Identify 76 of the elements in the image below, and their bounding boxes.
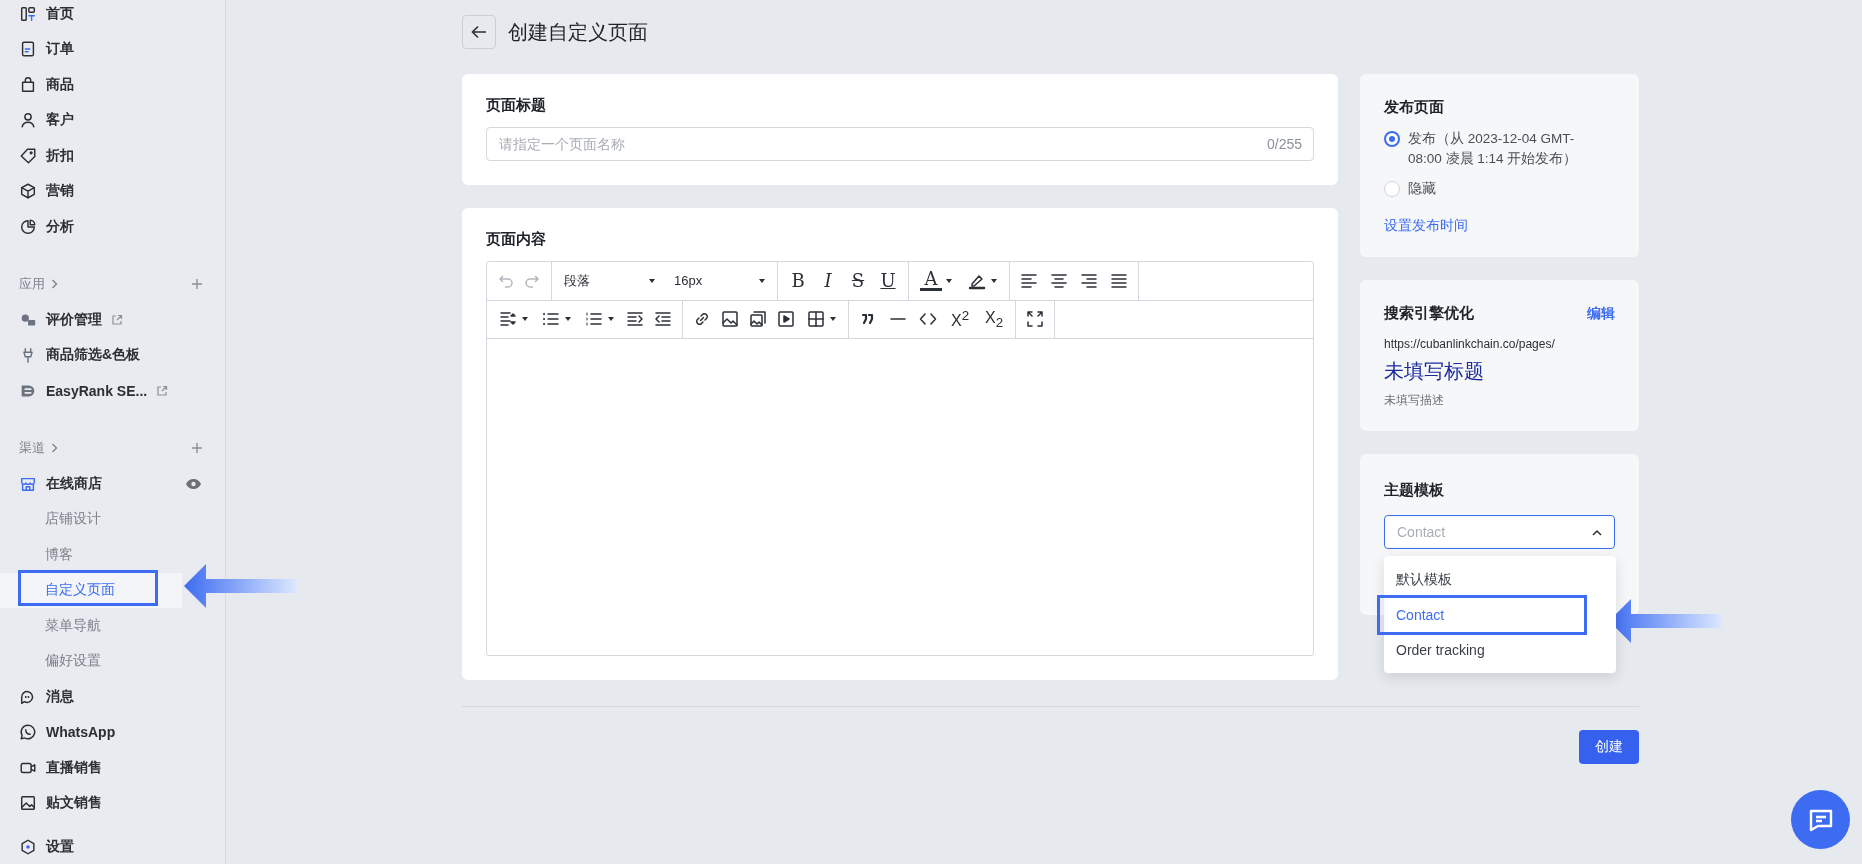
- text-color-button[interactable]: A: [920, 270, 942, 292]
- page-url: https://cubanlinkchain.co/pages/: [1384, 337, 1556, 351]
- sidebar-item[interactable]: 首页: [0, 0, 225, 32]
- grid-icon: [19, 4, 37, 23]
- caret-icon: [521, 316, 529, 323]
- seo-title-preview: 未填写标题: [1384, 359, 1485, 384]
- create-button[interactable]: 创建: [1579, 730, 1639, 764]
- back-arrow-icon: [471, 25, 487, 39]
- caret-icon: [990, 277, 998, 284]
- sidebar-item[interactable]: EasyRank SE...: [0, 373, 225, 409]
- card-title: 搜索引擎优化: [1384, 304, 1474, 323]
- chevron-up-icon: [1592, 528, 1602, 536]
- external-link-icon: [156, 384, 169, 397]
- sidebar-item[interactable]: 评价管理: [0, 302, 225, 338]
- external-link-icon: [111, 313, 123, 326]
- set-publish-time-link[interactable]: 设置发布时间: [1384, 217, 1468, 235]
- pie-chart-icon: [19, 217, 37, 236]
- edit-link[interactable]: 编辑: [1587, 304, 1615, 323]
- chevron-right-icon: [51, 443, 58, 454]
- radio-label: 隐藏: [1408, 180, 1436, 198]
- caret-icon: [607, 316, 615, 323]
- dropdown-option[interactable]: Order tracking: [1384, 632, 1616, 667]
- card-title: 页面内容: [486, 230, 547, 249]
- sidebar-item[interactable]: 直播销售: [0, 750, 225, 786]
- sidebar-item[interactable]: 贴文销售: [0, 785, 225, 821]
- caret-icon: [648, 277, 656, 284]
- image-icon: [19, 794, 37, 813]
- hexagon-icon: [19, 837, 37, 856]
- page-title: 创建自定义页面: [508, 19, 648, 45]
- bold-button[interactable]: B: [787, 270, 809, 292]
- sidebar-item[interactable]: 在线商店: [0, 466, 225, 502]
- sidebar-item[interactable]: 客户: [0, 102, 225, 138]
- caret-icon: [945, 277, 953, 284]
- tag-icon: [19, 146, 37, 165]
- caret-icon: [564, 316, 572, 323]
- cube-icon: [19, 182, 37, 201]
- sidebar-subitem[interactable]: 自定义页面: [0, 572, 182, 608]
- sidebar-item[interactable]: 设置: [0, 829, 225, 864]
- card-title: 发布页面: [1384, 98, 1445, 117]
- sidebar-item[interactable]: 折扣: [0, 138, 225, 174]
- underline-button[interactable]: U: [877, 270, 899, 292]
- sidebar-item[interactable]: 订单: [0, 31, 225, 67]
- document-icon: [19, 40, 37, 59]
- sidebar-item[interactable]: 消息: [0, 679, 225, 715]
- sidebar-item[interactable]: 商品: [0, 67, 225, 103]
- back-button[interactable]: [462, 15, 496, 49]
- image-icon[interactable]: [720, 309, 740, 330]
- video-icon[interactable]: [776, 309, 796, 330]
- fullscreen-icon[interactable]: [1025, 309, 1046, 330]
- sidebar-item[interactable]: WhatsApp: [0, 714, 225, 750]
- phone-chat-icon: [19, 723, 37, 742]
- strikethrough-button[interactable]: S: [847, 270, 869, 292]
- chevron-right-icon: [51, 279, 58, 290]
- sidebar-item[interactable]: 营销: [0, 173, 225, 209]
- italic-button[interactable]: I: [817, 270, 839, 292]
- character-counter: 0/255: [1266, 136, 1302, 152]
- dropdown-option[interactable]: Contact: [1384, 597, 1616, 632]
- card-title: 页面标题: [486, 96, 547, 115]
- caret-icon: [829, 316, 837, 323]
- sidebar-item[interactable]: 商品筛选&色板: [0, 337, 225, 373]
- caret-icon: [758, 277, 766, 284]
- card-title: 主题模板: [1384, 481, 1445, 500]
- table-icon[interactable]: [806, 309, 826, 330]
- dropdown-option[interactable]: 默认模板: [1384, 562, 1616, 597]
- radio-button[interactable]: [1384, 131, 1400, 147]
- seo-description-preview: 未填写描述: [1384, 392, 1445, 409]
- sidebar-item[interactable]: 分析: [0, 209, 225, 245]
- subscript-button[interactable]: X$_{2}$: [982, 308, 1007, 330]
- block-format-dropdown[interactable]: 段落: [562, 271, 658, 290]
- gallery-icon[interactable]: [748, 309, 768, 330]
- radio-label: 发布（从 2023-12-04 GMT-08:00 凌晨 1:14 开始发布）: [1408, 130, 1579, 168]
- eye-icon[interactable]: [185, 477, 202, 490]
- person-icon: [19, 111, 37, 130]
- superscript-button[interactable]: X$^{2}$: [948, 308, 973, 331]
- font-size-dropdown[interactable]: 16px: [672, 273, 768, 289]
- bag-icon: [19, 75, 37, 94]
